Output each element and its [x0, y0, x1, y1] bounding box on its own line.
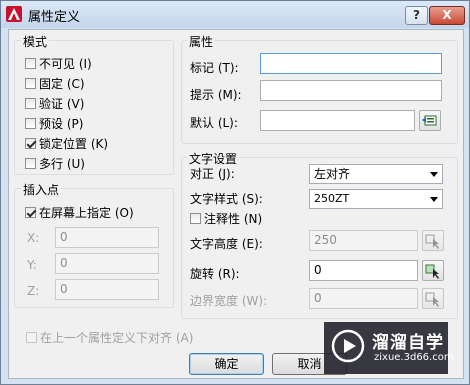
x-label: X: [27, 231, 40, 245]
multiline-label: 多行 (U) [39, 156, 85, 171]
text-height-field[interactable]: 250 [309, 230, 418, 251]
constant-checkbox[interactable]: 固定 (C) [25, 75, 85, 91]
play-logo-icon [330, 328, 366, 364]
z-field[interactable]: 0 [55, 279, 159, 300]
specify-on-screen-label: 在屏幕上指定 (O) [39, 205, 134, 220]
align-below-checkbox[interactable]: 在上一个属性定义下对齐 (A) [26, 329, 193, 345]
specify-on-screen-checkbox[interactable]: 在屏幕上指定 (O) [25, 204, 134, 220]
lock-position-label: 锁定位置 (K) [39, 136, 109, 151]
title-bar[interactable]: 属性定义 ? X [1, 1, 469, 28]
align-below-checkbox-box[interactable] [26, 331, 37, 343]
ok-button[interactable]: 确定 [189, 353, 264, 375]
align-below-label: 在上一个属性定义下对齐 (A) [40, 330, 194, 345]
default-input[interactable] [260, 110, 415, 131]
verify-checkbox-box[interactable] [25, 97, 36, 109]
watermark-subtitle: zixue.3d66.com [374, 352, 454, 363]
verify-checkbox[interactable]: 验证 (V) [25, 95, 84, 111]
prompt-input[interactable] [260, 80, 442, 101]
justification-value: 左对齐 [314, 167, 351, 181]
insert-field-icon [422, 115, 437, 126]
multiline-checkbox-box[interactable] [25, 157, 36, 169]
window-title: 属性定义 [28, 10, 81, 25]
specify-on-screen-checkbox-box[interactable] [25, 206, 36, 218]
pick-point-icon [425, 234, 439, 249]
lock-position-checkbox[interactable]: 锁定位置 (K) [25, 135, 108, 151]
insert-field-button[interactable] [419, 110, 441, 131]
help-button[interactable]: ? [405, 6, 428, 25]
verify-label: 验证 (V) [39, 96, 85, 111]
text-style-label: 文字样式 (S): [190, 192, 263, 206]
y-field[interactable]: 0 [55, 253, 159, 274]
boundary-width-label: 边界宽度 (W): [190, 294, 268, 308]
justification-select[interactable]: 左对齐 [309, 164, 443, 184]
multiline-checkbox[interactable]: 多行 (U) [25, 155, 85, 171]
x-field[interactable]: 0 [55, 227, 159, 248]
autocad-icon [6, 6, 22, 22]
rotation-label: 旋转 (R): [190, 267, 240, 281]
preset-checkbox-box[interactable] [25, 117, 36, 129]
invisible-checkbox-box[interactable] [25, 57, 36, 69]
text-height-label: 文字高度 (E): [190, 237, 263, 251]
invisible-label: 不可见 (I) [39, 56, 92, 71]
rotation-field[interactable]: 0 [309, 260, 418, 281]
annotative-checkbox-box[interactable] [190, 212, 201, 224]
mode-group-title: 模式 [21, 33, 50, 50]
default-label: 默认 (L): [190, 116, 238, 130]
justification-label: 对正 (J): [190, 167, 235, 181]
close-button[interactable]: X [429, 6, 465, 25]
preset-checkbox[interactable]: 预设 (P) [25, 115, 83, 131]
pick-point-icon [425, 292, 439, 307]
annotative-label: 注释性 (N) [204, 211, 263, 226]
preset-label: 预设 (P) [39, 116, 84, 131]
invisible-checkbox[interactable]: 不可见 (I) [25, 55, 92, 71]
text-style-value: 250ZT [314, 192, 350, 205]
boundary-width-field[interactable]: 0 [309, 288, 418, 309]
tag-label: 标记 (T): [190, 61, 239, 75]
chevron-down-icon [430, 172, 438, 177]
constant-checkbox-box[interactable] [25, 77, 36, 89]
watermark-overlay: 溜溜自学 zixue.3d66.com [324, 322, 454, 374]
chevron-down-icon [430, 197, 438, 202]
constant-label: 固定 (C) [39, 76, 85, 91]
text-height-pick-button[interactable] [422, 230, 444, 251]
boundary-width-pick-button[interactable] [422, 288, 444, 309]
watermark-title: 溜溜自学 [372, 333, 444, 353]
rotation-pick-button[interactable] [422, 260, 444, 281]
prompt-label: 提示 (M): [190, 88, 242, 102]
lock-position-checkbox-box[interactable] [25, 137, 36, 149]
text-style-select[interactable]: 250ZT [309, 189, 443, 209]
pick-point-icon [425, 264, 439, 279]
insertion-point-group-title: 插入点 [21, 181, 62, 198]
dialog-window: 属性定义 ? X 模式 不可见 (I) 固定 (C) 验证 (V) 预设 (P)… [0, 0, 470, 385]
z-label: Z: [27, 284, 40, 298]
y-label: Y: [27, 258, 37, 272]
attribute-group-title: 属性 [187, 33, 216, 50]
annotative-checkbox[interactable]: 注释性 (N) [190, 210, 262, 226]
tag-input[interactable] [260, 53, 442, 74]
